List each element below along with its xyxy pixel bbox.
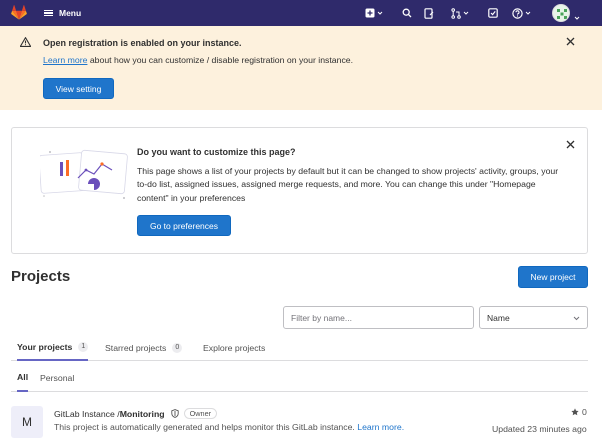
count-badge: 0 [172,343,183,353]
plus-square-icon [365,8,375,18]
subtab-all[interactable]: All [17,364,29,392]
project-avatar[interactable]: M [11,406,43,438]
todo-icon [488,8,498,18]
view-setting-button[interactable]: View setting [43,78,114,99]
help-icon [512,7,523,19]
issues-button[interactable] [424,6,434,20]
go-to-preferences-button[interactable]: Go to preferences [137,215,231,236]
tab-label: Your projects [17,342,73,352]
project-title: Monitoring [119,408,165,419]
hamburger-icon [44,9,53,17]
search-icon [402,8,412,18]
chevron-down-icon [573,316,580,321]
project-subtabs: All Personal [11,364,588,392]
tab-starred-projects[interactable]: Starred projects 0 [105,335,183,361]
user-avatar[interactable] [552,4,570,22]
project-namespace: GitLab Instance / [54,408,120,419]
tab-your-projects[interactable]: Your projects 1 [17,335,89,361]
menu-label: Menu [59,8,82,18]
star-icon [571,408,579,416]
chevron-down-icon [463,11,469,15]
role-badge: Owner [183,408,218,419]
project-description: This project is automatically generated … [54,422,404,432]
menu-button[interactable]: Menu [44,6,81,20]
alert-body-text: about how you can customize / disable re… [87,55,354,65]
tab-label: Explore projects [203,343,266,353]
alert-body: Learn more about how you can customize /… [43,55,353,65]
create-new-button[interactable] [365,6,383,20]
shield-icon [170,409,179,418]
merge-requests-button[interactable] [451,6,469,20]
top-navbar: Menu [0,0,602,26]
gitlab-logo-icon[interactable] [11,5,27,21]
identicon-icon [557,9,567,19]
registration-alert: Open registration is enabled on your ins… [0,26,602,110]
todos-button[interactable] [488,6,498,20]
customize-description: This page shows a list of your projects … [137,166,559,203]
project-description-text: This project is automatically generated … [54,422,358,432]
help-button[interactable] [512,6,531,20]
warning-icon [20,37,31,47]
updated-time: Updated 23 minutes ago [492,424,587,434]
filter-by-name-input[interactable] [283,306,474,329]
close-icon[interactable] [566,37,575,46]
sort-selected-value: Name [487,312,510,323]
sort-dropdown[interactable]: Name [479,306,588,329]
subtab-personal[interactable]: Personal [40,364,74,392]
learn-more-link[interactable]: Learn more [43,55,87,65]
count-badge: 1 [78,342,89,352]
learn-more-link[interactable]: Learn more. [357,422,404,432]
chevron-down-icon [525,11,531,15]
customize-homepage-card: Do you want to customize this page? This… [11,127,588,254]
chevron-down-icon [377,11,383,15]
issues-icon [424,7,434,19]
new-project-button[interactable]: New project [518,266,588,288]
star-count[interactable]: 0 [571,407,587,417]
customize-illustration [40,149,128,199]
alert-title: Open registration is enabled on your ins… [43,38,242,48]
star-count-value: 0 [582,407,587,417]
customize-title: Do you want to customize this page? [137,147,296,157]
page-title: Projects [11,268,71,285]
close-icon[interactable] [566,140,575,149]
project-name[interactable]: GitLab Instance / Monitoring Owner [54,408,218,419]
tab-explore-projects[interactable]: Explore projects [203,335,265,361]
tab-label: Starred projects [105,343,167,353]
search-button[interactable] [402,6,412,20]
project-row[interactable]: M GitLab Instance / Monitoring Owner Thi… [11,400,588,441]
project-tabs: Your projects 1 Starred projects 0 Explo… [11,335,588,361]
merge-request-icon [451,7,461,19]
chevron-down-icon[interactable] [574,11,580,25]
